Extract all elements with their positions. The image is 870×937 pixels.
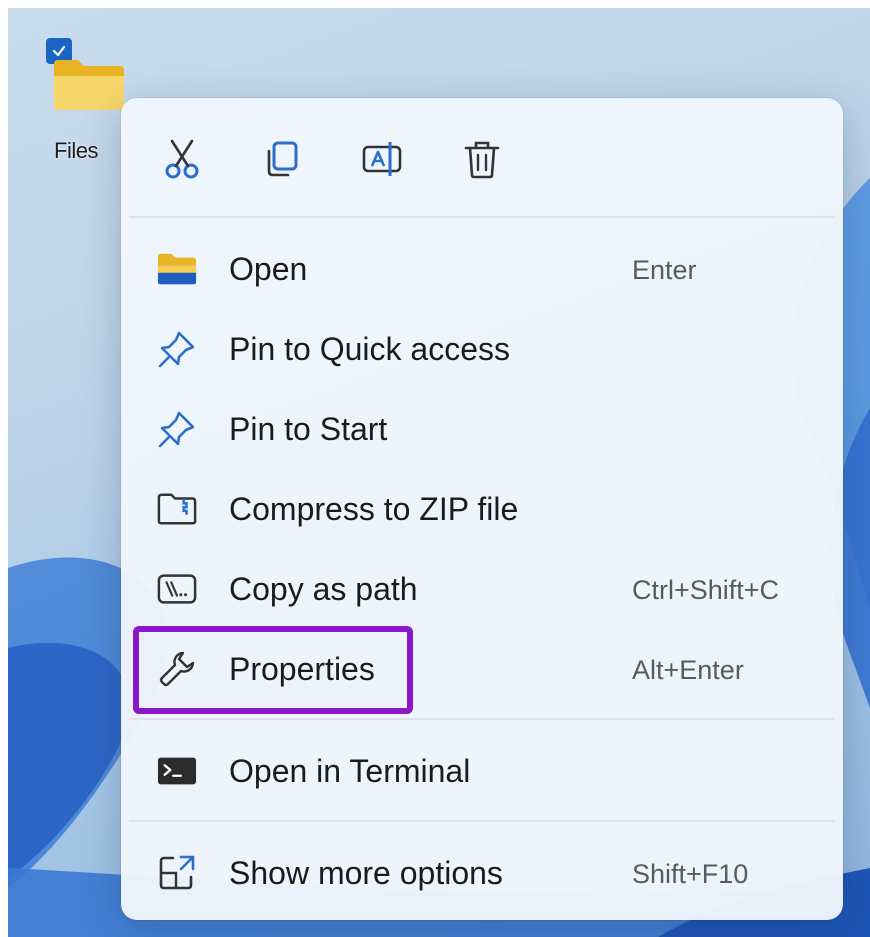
menu-item-label: Pin to Start [229, 411, 388, 447]
separator [129, 820, 835, 822]
rename-button[interactable] [357, 134, 407, 184]
pin-icon [157, 329, 197, 369]
menu-item-open-in-terminal[interactable]: Open in Terminal [121, 732, 843, 810]
menu-item-label: Compress to ZIP file [229, 491, 519, 527]
menu-item-open[interactable]: Open Enter [121, 230, 843, 308]
desktop: Files Open Enter Pin to Quick access Pin… [8, 8, 870, 937]
delete-icon [464, 141, 500, 179]
copy-button[interactable] [257, 134, 307, 184]
menu-item-shortcut: Shift+F10 [632, 859, 749, 889]
menu-item-copy-as-path[interactable]: Copy as path Ctrl+Shift+C [121, 550, 843, 628]
context-menu-toolbar [121, 98, 843, 216]
separator [129, 216, 835, 218]
cut-button[interactable] [157, 134, 207, 184]
cut-icon [165, 139, 199, 179]
rename-icon [362, 142, 402, 176]
menu-item-pin-to-start[interactable]: Pin to Start [121, 390, 843, 468]
path-icon [157, 569, 197, 609]
context-menu: Open Enter Pin to Quick access Pin to St… [121, 98, 843, 920]
menu-item-label: Open in Terminal [229, 753, 471, 789]
terminal-icon [157, 751, 197, 791]
show-more-icon [157, 853, 197, 893]
pin-icon [157, 409, 197, 449]
menu-item-shortcut: Enter [632, 255, 697, 285]
delete-button[interactable] [457, 134, 507, 184]
separator [129, 718, 835, 720]
menu-item-label: Copy as path [229, 571, 418, 607]
menu-item-shortcut: Alt+Enter [632, 655, 744, 685]
menu-item-label: Show more options [229, 855, 503, 891]
menu-item-label: Open [229, 251, 308, 287]
menu-item-label: Pin to Quick access [229, 331, 510, 367]
folder-icon [54, 60, 124, 110]
desktop-files-folder[interactable] [46, 38, 126, 118]
copy-icon [267, 141, 298, 177]
folder-icon [157, 249, 197, 289]
menu-item-compress-to-zip[interactable]: Compress to ZIP file [121, 470, 843, 548]
zip-icon [157, 489, 197, 529]
menu-item-shortcut: Ctrl+Shift+C [632, 575, 780, 605]
desktop-icon-label: Files [54, 138, 98, 163]
menu-item-pin-to-quick-access[interactable]: Pin to Quick access [121, 310, 843, 388]
menu-item-show-more-options[interactable]: Show more options Shift+F10 [121, 834, 843, 912]
highlight-box [133, 626, 413, 714]
